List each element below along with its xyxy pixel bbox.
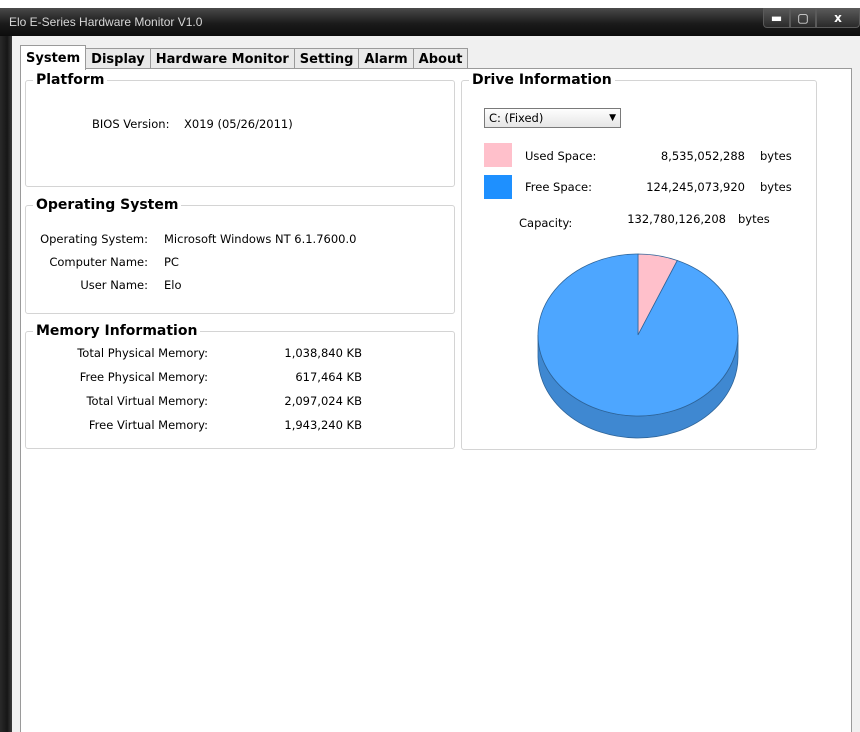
free-physical-memory-label: Free Physical Memory: [79,370,208,384]
memory-information-group: Memory Information Total Physical Memory… [25,322,455,449]
tab-about[interactable]: About [412,48,469,70]
client-area: System Display Hardware Monitor Setting … [12,36,860,732]
minimize-button[interactable]: ▬ [763,8,790,28]
drive-select-value: C: (Fixed) [489,111,544,125]
drive-select[interactable]: C: (Fixed) ▼ [484,108,621,128]
close-button[interactable]: x [816,8,860,28]
window-frame-left [0,36,12,732]
free-virtual-memory-label: Free Virtual Memory: [88,418,208,432]
drive-information-group: Drive Information C: (Fixed) ▼ Used Spac… [461,71,817,450]
used-space-label: Used Space: [525,149,597,163]
memory-information-title: Memory Information [33,322,201,340]
drive-usage-pie-chart [537,253,739,439]
bios-version-label: BIOS Version: [92,117,170,131]
free-space-label: Free Space: [525,180,592,194]
total-virtual-memory-value: 2,097,024 KB [284,394,362,408]
total-virtual-memory-label: Total Virtual Memory: [86,394,208,408]
tab-setting[interactable]: Setting [293,48,360,70]
operating-system-title: Operating System [33,196,182,214]
chevron-down-icon: ▼ [609,113,616,123]
top-strip [0,0,860,8]
tab-display[interactable]: Display [85,48,151,70]
used-space-value: 8,535,052,288 [660,149,745,163]
title-bar[interactable]: Elo E-Series Hardware Monitor V1.0 ▬ ▢ x [0,8,860,36]
user-name-value: Elo [164,278,182,292]
free-virtual-memory-value: 1,943,240 KB [284,418,362,432]
maximize-button[interactable]: ▢ [790,8,816,28]
drive-information-title: Drive Information [469,71,615,89]
window-title: Elo E-Series Hardware Monitor V1.0 [9,15,203,29]
capacity-unit: bytes [738,212,770,226]
computer-name-value: PC [164,255,179,269]
total-physical-memory-label: Total Physical Memory: [77,346,208,360]
pie-slice-free-space [537,253,739,417]
capacity-label: Capacity: [519,216,573,230]
free-space-value: 124,245,073,920 [646,180,745,194]
free-space-unit: bytes [760,180,792,194]
bios-version-value: X019 (05/26/2011) [184,117,293,131]
tab-system[interactable]: System [20,45,87,70]
operating-system-group: Operating System Operating System: Micro… [25,196,455,314]
used-space-swatch [484,143,512,167]
close-icon: x [834,10,842,25]
minimize-icon: ▬ [770,10,783,25]
tab-hardware-monitor[interactable]: Hardware Monitor [149,48,295,70]
tab-strip: System Display Hardware Monitor Setting … [20,45,469,70]
os-value: Microsoft Windows NT 6.1.7600.0 [164,232,357,246]
platform-title: Platform [33,71,108,89]
platform-group: Platform BIOS Version: X019 (05/26/2011) [25,71,455,187]
capacity-value: 132,780,126,208 [627,212,726,226]
free-space-swatch [484,175,512,199]
user-name-label: User Name: [80,278,148,292]
computer-name-label: Computer Name: [49,255,148,269]
used-space-unit: bytes [760,149,792,163]
total-physical-memory-value: 1,038,840 KB [284,346,362,360]
system-tab-page: Platform BIOS Version: X019 (05/26/2011)… [20,68,852,732]
window-controls: ▬ ▢ x [763,8,860,28]
os-label: Operating System: [40,232,148,246]
maximize-icon: ▢ [797,10,809,25]
free-physical-memory-value: 617,464 KB [295,370,362,384]
tab-alarm[interactable]: Alarm [358,48,414,70]
